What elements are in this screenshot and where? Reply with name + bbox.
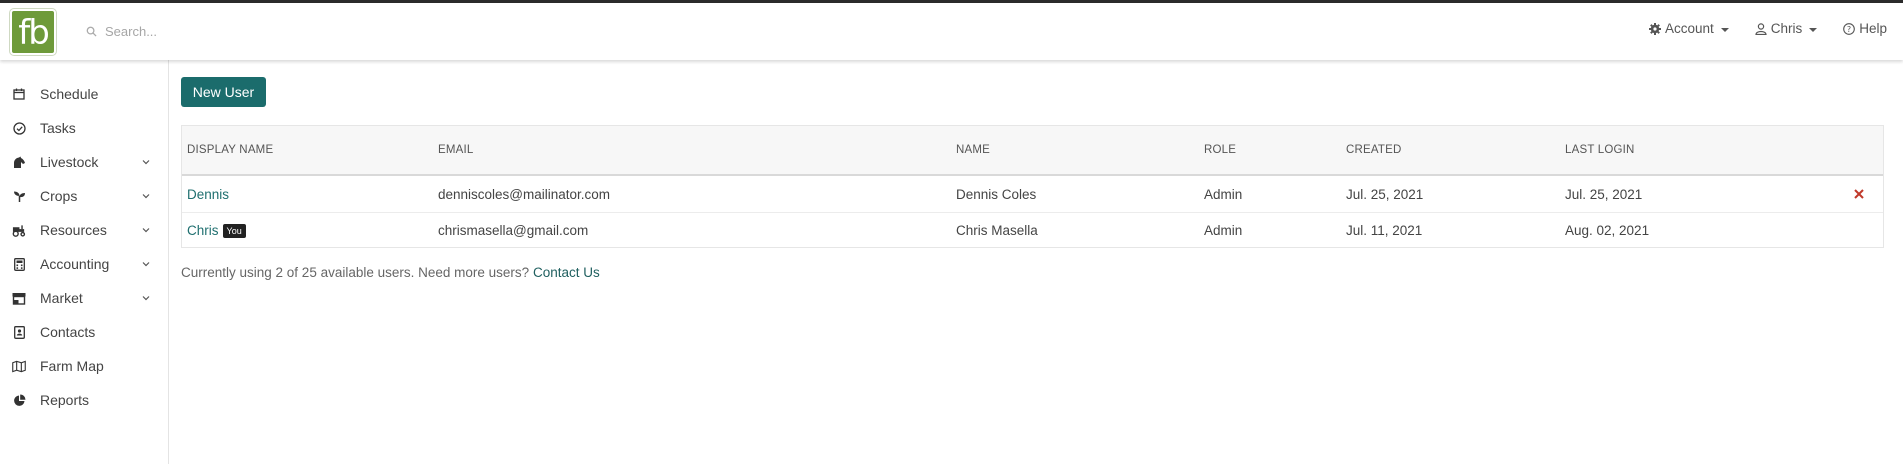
- tractor-icon: [12, 223, 26, 237]
- display-name-link[interactable]: Chris You: [187, 223, 246, 238]
- role-cell: Admin: [1204, 223, 1243, 238]
- sidebar-item-label: Livestock: [40, 154, 99, 170]
- column-header-name[interactable]: NAME: [956, 144, 990, 156]
- role-cell: Admin: [1204, 187, 1243, 202]
- account-menu[interactable]: Account: [1648, 21, 1729, 36]
- name-cell: Chris Masella: [956, 223, 1038, 238]
- sidebar-item-farm-map[interactable]: Farm Map: [0, 349, 169, 383]
- chevron-down-icon: [142, 228, 150, 233]
- sidebar-item-label: Reports: [40, 392, 90, 408]
- table-row: Chris You chrismasella@gmail.com Chris Ma…: [182, 213, 1883, 249]
- display-name-text: Chris: [187, 223, 219, 238]
- help-link[interactable]: ? Help: [1843, 21, 1887, 36]
- chevron-down-icon: [142, 160, 150, 165]
- user-menu[interactable]: Chris: [1755, 21, 1818, 36]
- help-icon: ?: [1843, 22, 1856, 35]
- sidebar-item-label: Schedule: [40, 86, 99, 102]
- user-icon: [1755, 22, 1767, 35]
- email-cell: denniscoles@mailinator.com: [438, 187, 611, 202]
- calculator-icon: [12, 257, 26, 271]
- svg-text:?: ?: [1847, 25, 1851, 34]
- address-card-icon: [12, 325, 26, 339]
- column-header-display-name[interactable]: DISPLAY NAME: [187, 144, 273, 156]
- sidebar-item-label: Contacts: [40, 324, 96, 340]
- sidebar-item-label: Resources: [40, 222, 107, 238]
- chevron-down-icon: [142, 296, 150, 301]
- created-cell: Jul. 11, 2021: [1346, 223, 1423, 238]
- search-bar: [86, 18, 446, 44]
- display-name-link[interactable]: Dennis: [187, 187, 229, 202]
- sidebar-item-livestock[interactable]: Livestock: [0, 145, 169, 179]
- you-badge: You: [222, 224, 246, 238]
- pie-chart-icon: [12, 393, 26, 407]
- sidebar-item-schedule[interactable]: Schedule: [0, 77, 169, 111]
- contact-us-link[interactable]: Contact Us: [533, 265, 600, 280]
- chevron-down-icon: [142, 194, 150, 199]
- column-header-role[interactable]: ROLE: [1204, 144, 1236, 156]
- sidebar-item-label: Market: [40, 290, 83, 306]
- last-login-cell: Aug. 02, 2021: [1565, 223, 1650, 238]
- horse-icon: [12, 155, 26, 169]
- chevron-down-icon: [142, 262, 150, 267]
- sidebar-item-label: Crops: [40, 188, 78, 204]
- name-cell: Dennis Coles: [956, 187, 1037, 202]
- user-limit-text: Currently using 2 of 25 available users.…: [181, 265, 530, 280]
- column-header-created[interactable]: CREATED: [1346, 144, 1402, 156]
- column-header-last-login[interactable]: LAST LOGIN: [1565, 144, 1635, 156]
- column-header-email[interactable]: EMAIL: [438, 144, 474, 156]
- sidebar-item-label: Tasks: [40, 120, 76, 136]
- calendar-icon: [12, 87, 26, 101]
- top-nav: Account Chris ? Help: [1648, 21, 1887, 36]
- sidebar-item-crops[interactable]: Crops: [0, 179, 169, 213]
- sidebar-item-accounting[interactable]: Accounting: [0, 247, 169, 281]
- sidebar-item-resources[interactable]: Resources: [0, 213, 169, 247]
- user-label: Chris: [1770, 21, 1803, 36]
- account-label: Account: [1664, 21, 1714, 36]
- store-icon: [12, 291, 26, 305]
- sidebar-item-label: Farm Map: [40, 358, 104, 374]
- sidebar-item-tasks[interactable]: Tasks: [0, 111, 169, 145]
- map-icon: [12, 359, 26, 373]
- chevron-down-icon: [1809, 27, 1818, 32]
- table-row: Dennis denniscoles@mailinator.com Dennis…: [182, 177, 1883, 213]
- delete-icon[interactable]: [1853, 188, 1865, 200]
- email-cell: chrismasella@gmail.com: [438, 223, 589, 238]
- last-login-cell: Jul. 25, 2021: [1565, 187, 1643, 202]
- sidebar-item-contacts[interactable]: Contacts: [0, 315, 169, 349]
- chevron-down-icon: [1720, 27, 1729, 32]
- top-header: fb Account Chris ? Help: [0, 3, 1903, 60]
- gear-icon: [1648, 22, 1661, 35]
- sidebar-item-market[interactable]: Market: [0, 281, 169, 315]
- sidebar-item-label: Accounting: [40, 256, 110, 272]
- seedling-icon: [12, 189, 26, 203]
- logo-text: fb: [18, 13, 50, 53]
- sidebar-item-reports[interactable]: Reports: [0, 383, 169, 417]
- search-input[interactable]: [105, 23, 405, 39]
- app-logo[interactable]: fb: [10, 9, 56, 55]
- created-cell: Jul. 25, 2021: [1346, 187, 1424, 202]
- sidebar: Schedule Tasks Livestock Crops Resources…: [0, 60, 169, 464]
- table-header: DISPLAY NAME EMAIL NAME ROLE CREATED LAS…: [182, 126, 1883, 176]
- user-limit-note: Currently using 2 of 25 available users.…: [181, 265, 600, 280]
- new-user-button[interactable]: New User: [181, 77, 266, 107]
- help-label: Help: [1859, 21, 1887, 36]
- users-table: DISPLAY NAME EMAIL NAME ROLE CREATED LAS…: [181, 125, 1884, 248]
- main-content: New User DISPLAY NAME EMAIL NAME ROLE CR…: [170, 60, 1903, 464]
- search-icon: [86, 26, 97, 37]
- check-circle-icon: [12, 121, 26, 135]
